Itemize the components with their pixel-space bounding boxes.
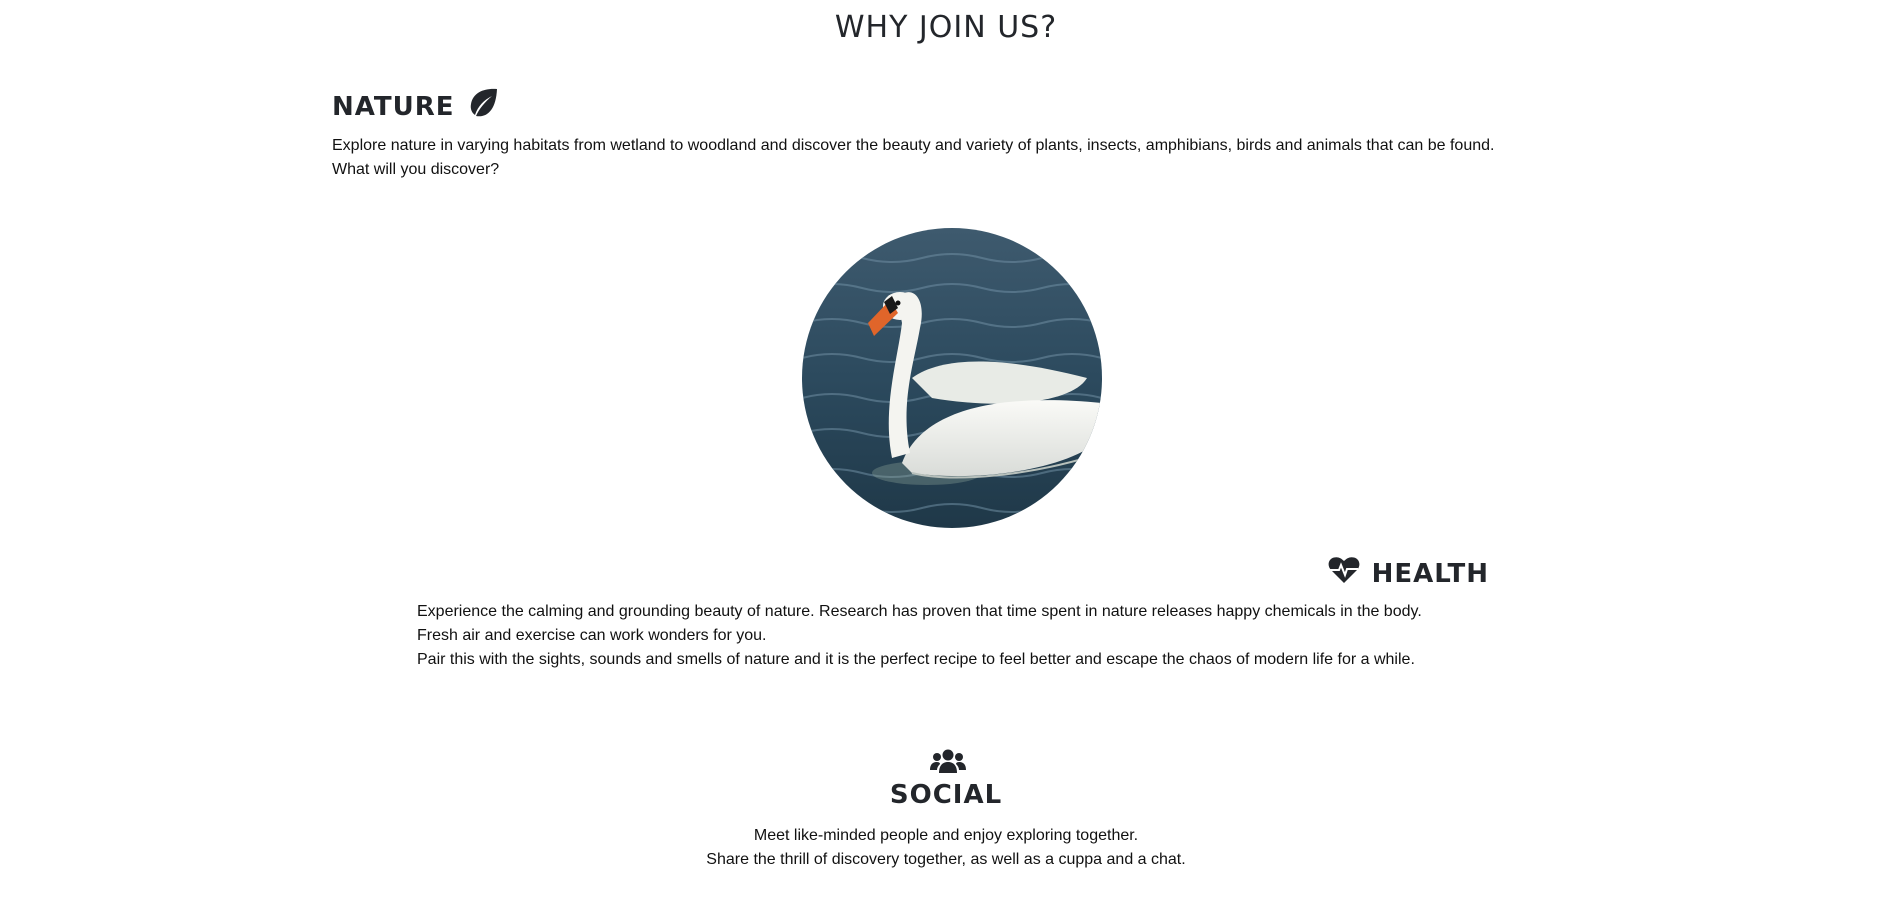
leaf-icon <box>467 88 499 125</box>
nature-line: Explore nature in varying habitats from … <box>332 137 1495 154</box>
health-heading: HEALTH <box>1328 556 1489 591</box>
social-heading: SOCIAL <box>889 780 1003 810</box>
nature-heading-label: NATURE <box>332 91 455 122</box>
social-line: Meet like-minded people and enjoy explor… <box>753 827 1139 844</box>
health-heading-label: HEALTH <box>1371 558 1489 589</box>
social-description: Meet like-minded people and enjoy explor… <box>0 824 1892 872</box>
nature-description: Explore nature in varying habitats from … <box>332 134 1494 182</box>
social-line: Share the thrill of discovery together, … <box>706 851 1186 868</box>
heart-pulse-icon <box>1328 556 1360 591</box>
health-line: Pair this with the sights, sounds and sm… <box>417 651 1415 668</box>
swan-photo <box>802 228 1102 528</box>
health-line: Fresh air and exercise can work wonders … <box>417 627 767 644</box>
health-line: Experience the calming and grounding bea… <box>417 603 1422 620</box>
nature-line: What will you discover? <box>332 161 500 178</box>
page-title: WHY JOIN US? <box>834 10 1058 45</box>
health-description: Experience the calming and grounding bea… <box>417 600 1422 672</box>
people-group-icon <box>930 748 966 779</box>
nature-heading: NATURE <box>332 88 499 125</box>
